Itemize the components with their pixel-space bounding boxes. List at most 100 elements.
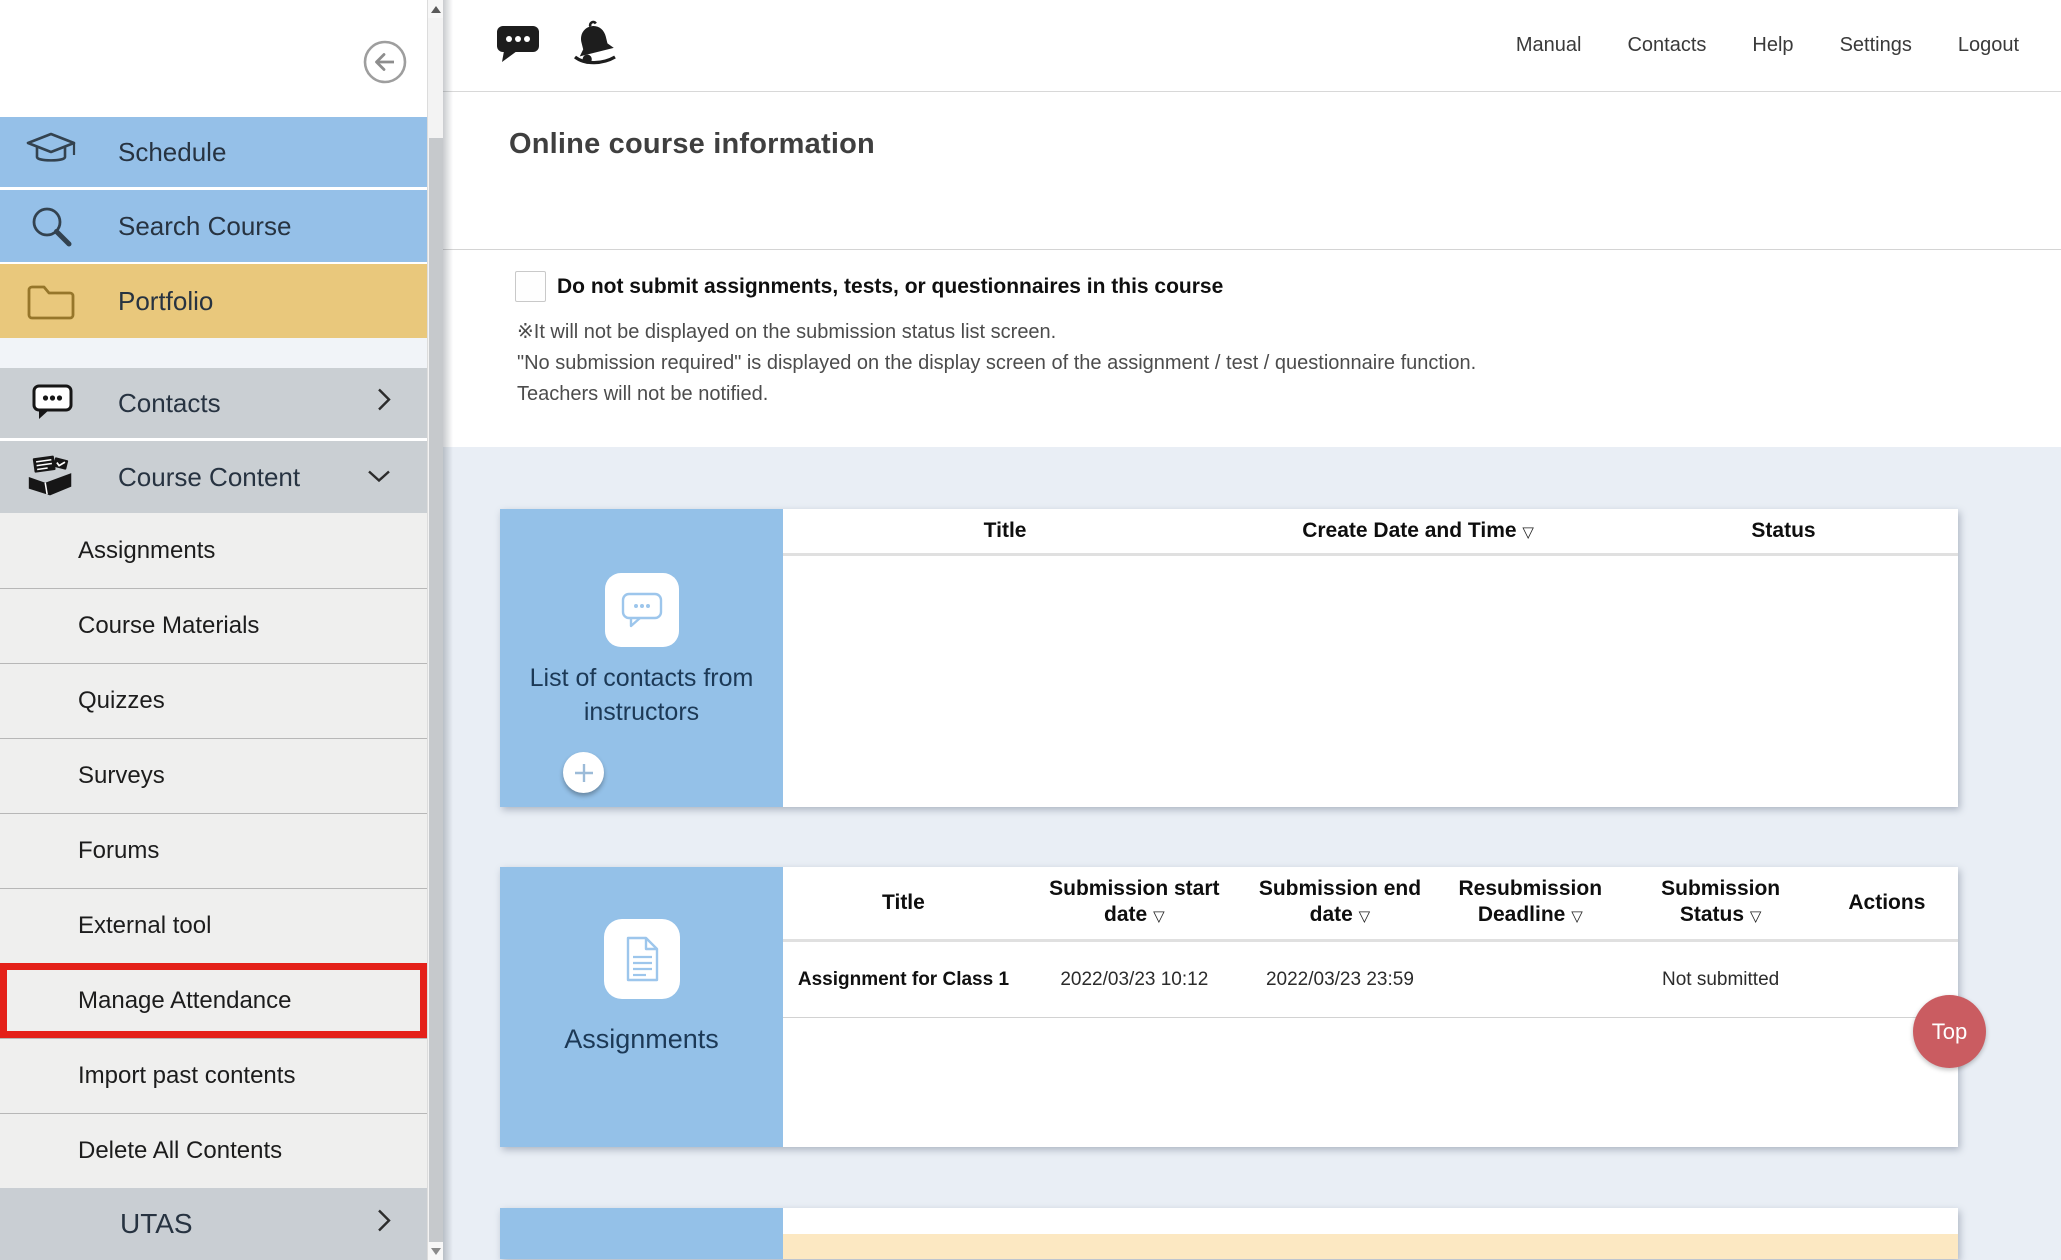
sidebar-scrollbar[interactable] <box>427 0 443 1260</box>
menu-settings[interactable]: Settings <box>1840 34 1912 57</box>
triangle-down-icon <box>431 1248 441 1255</box>
chevron-right-icon <box>375 1207 393 1242</box>
cell-title[interactable]: Assignment for Class 1 <box>783 968 1024 992</box>
sidebar-item-manage-attendance[interactable]: Manage Attendance <box>0 963 427 1038</box>
sidebar-item-external-tool[interactable]: External tool <box>0 888 427 963</box>
chevron-right-icon <box>375 386 393 421</box>
column-header-submission-status[interactable]: Submission Status ▽ <box>1625 867 1815 939</box>
column-header-actions[interactable]: Actions <box>1816 867 1958 939</box>
cell-submission-status: Not submitted <box>1625 969 1815 991</box>
sidebar-item-assignments[interactable]: Assignments <box>0 513 427 588</box>
sidebar-item-contacts[interactable]: Contacts <box>0 368 427 438</box>
sort-icon[interactable]: ▽ <box>1750 908 1762 925</box>
bell-icon[interactable] <box>567 19 621 72</box>
sidebar-spacer <box>0 338 427 368</box>
contacts-table: Title Create Date and Time ▽ Status <box>783 509 1958 807</box>
note-line: "No submission required" is displayed on… <box>517 348 1476 379</box>
sidebar-item-import-past-contents[interactable]: Import past contents <box>0 1038 427 1113</box>
table-header-strip <box>783 1208 1958 1234</box>
note-line: ※It will not be displayed on the submiss… <box>517 317 1476 348</box>
column-header-submission-end[interactable]: Submission end date ▽ <box>1245 867 1435 939</box>
graduation-cap-icon <box>24 128 78 176</box>
next-card-panel <box>500 1208 783 1259</box>
content-area: List of contacts from instructors Title … <box>443 447 2061 1259</box>
plus-icon <box>564 753 604 793</box>
folder-icon <box>24 277 78 325</box>
sort-icon[interactable]: ▽ <box>1153 908 1165 925</box>
menu-help[interactable]: Help <box>1752 34 1793 57</box>
triangle-up-icon <box>431 6 441 13</box>
sidebar-item-forums[interactable]: Forums <box>0 813 427 888</box>
speech-bubble-icon <box>605 573 679 647</box>
sidebar-item-surveys[interactable]: Surveys <box>0 738 427 813</box>
chevron-down-icon <box>365 462 393 493</box>
sort-icon[interactable]: ▽ <box>1522 524 1534 541</box>
table-row[interactable]: Assignment for Class 1 2022/03/23 10:12 … <box>783 942 1958 1018</box>
scroll-up-button[interactable] <box>428 0 443 18</box>
sidebar-item-course-materials[interactable]: Course Materials <box>0 588 427 663</box>
next-card-table <box>783 1208 1958 1259</box>
checkbox-notes: ※It will not be displayed on the submiss… <box>517 317 1476 410</box>
course-settings-section: Do not submit assignments, tests, or que… <box>443 249 2061 447</box>
sidebar-item-course-content[interactable]: Course Content <box>0 438 427 513</box>
magnifier-icon <box>24 202 78 250</box>
sidebar-item-portfolio[interactable]: Portfolio <box>0 262 427 338</box>
column-header-title[interactable]: Title <box>783 867 1024 939</box>
scroll-to-top-button[interactable]: Top <box>1913 995 1986 1068</box>
page-header: Online course information <box>443 92 2061 249</box>
note-line: Teachers will not be notified. <box>517 379 1476 410</box>
sidebar-item-quizzes[interactable]: Quizzes <box>0 663 427 738</box>
document-icon <box>604 919 680 999</box>
page-title: Online course information <box>443 92 2061 161</box>
contacts-from-instructors-card: List of contacts from instructors Title … <box>500 509 1958 807</box>
sidebar-item-label: Portfolio <box>118 286 213 317</box>
card-panel-label: Assignments <box>500 1024 783 1055</box>
chat-icon[interactable] <box>495 23 541 68</box>
sidebar-item-label: Schedule <box>118 137 226 168</box>
topbar-menu: Manual Contacts Help Settings Logout <box>1516 34 2019 57</box>
assignments-table: Title Submission start date ▽ Submission… <box>783 867 1958 1147</box>
sidebar-item-schedule[interactable]: Schedule <box>0 117 427 187</box>
add-contact-button[interactable] <box>563 752 604 793</box>
sidebar-header <box>0 0 427 117</box>
cell-submission-end: 2022/03/23 23:59 <box>1245 969 1435 991</box>
column-header-title[interactable]: Title <box>783 509 1227 553</box>
collapse-sidebar-button[interactable] <box>361 38 409 86</box>
sidebar-item-label: Course Content <box>118 462 300 493</box>
menu-contacts[interactable]: Contacts <box>1627 34 1706 57</box>
empty-table-body <box>783 1018 1958 1147</box>
course-content-submenu: Assignments Course Materials Quizzes Sur… <box>0 513 427 1188</box>
lms-online-course-information-page: { "topbar": { "icons": ["chat-icon", "be… <box>0 0 2061 1260</box>
cell-submission-start: 2022/03/23 10:12 <box>1024 969 1245 991</box>
no-submit-checkbox[interactable] <box>515 271 546 302</box>
back-arrow-icon <box>361 38 409 86</box>
scrollbar-thumb[interactable] <box>429 138 443 1242</box>
assignments-card-panel: Assignments <box>500 867 783 1147</box>
sort-icon[interactable]: ▽ <box>1571 908 1583 925</box>
sidebar-item-label: Search Course <box>118 211 291 242</box>
no-submit-checkbox-label: Do not submit assignments, tests, or que… <box>557 275 1223 299</box>
table-header-row: Title Submission start date ▽ Submission… <box>783 867 1958 942</box>
card-panel-label: List of contacts from instructors <box>500 661 783 729</box>
assignments-card: Assignments Title Submission start date … <box>500 867 1958 1147</box>
menu-manual[interactable]: Manual <box>1516 34 1582 57</box>
no-submit-option: Do not submit assignments, tests, or que… <box>515 271 1223 302</box>
menu-logout[interactable]: Logout <box>1958 34 2019 57</box>
column-header-submission-start[interactable]: Submission start date ▽ <box>1024 867 1245 939</box>
sidebar-item-label: Contacts <box>118 388 221 419</box>
column-header-resubmission-deadline[interactable]: Resubmission Deadline ▽ <box>1435 867 1625 939</box>
sidebar-item-delete-all-contents[interactable]: Delete All Contents <box>0 1113 427 1188</box>
sidebar-item-search-course[interactable]: Search Course <box>0 187 427 262</box>
sort-icon[interactable]: ▽ <box>1359 908 1371 925</box>
column-header-create-date[interactable]: Create Date and Time ▽ <box>1227 509 1609 553</box>
highlighted-row-strip <box>783 1234 1958 1259</box>
speech-bubble-icon <box>24 379 78 427</box>
course-box-icon <box>24 453 78 501</box>
table-header-row: Title Create Date and Time ▽ Status <box>783 509 1958 556</box>
topbar: Manual Contacts Help Settings Logout <box>443 0 2061 92</box>
scroll-down-button[interactable] <box>428 1242 443 1260</box>
sidebar-item-label: UTAS <box>120 1208 193 1240</box>
sidebar-item-utas[interactable]: UTAS <box>0 1188 427 1260</box>
sidebar: Schedule Search Course Portfolio <box>0 0 427 1260</box>
column-header-status[interactable]: Status <box>1609 509 1958 553</box>
